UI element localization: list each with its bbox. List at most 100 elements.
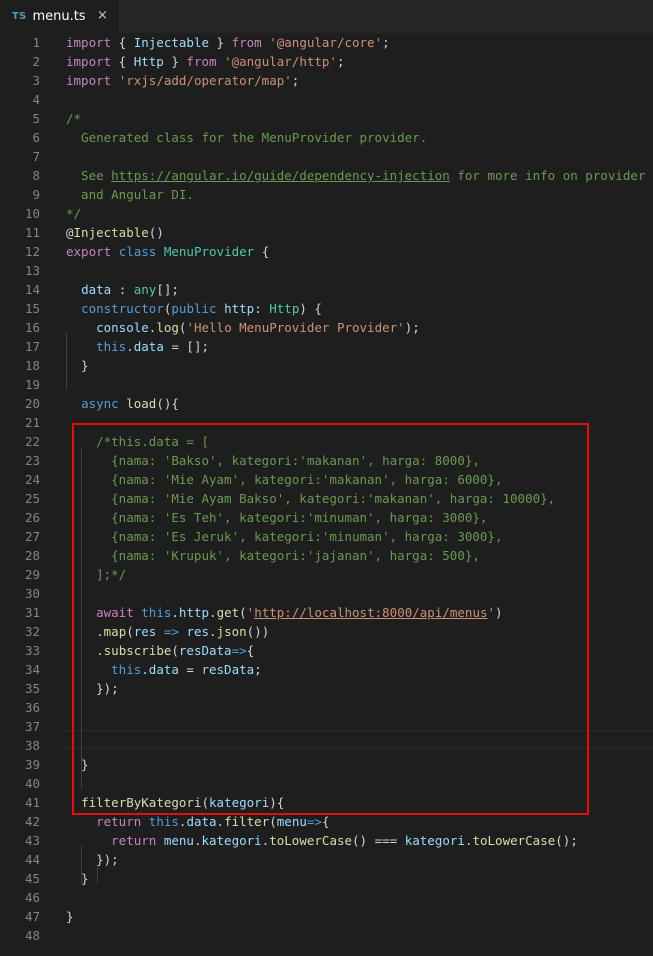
code-line[interactable]: 5 /* bbox=[0, 109, 653, 128]
code-token: return bbox=[111, 833, 157, 848]
code-line[interactable]: 42 return this.data.filter(menu=>{ bbox=[0, 812, 653, 831]
code-line[interactable]: 26 {nama: 'Es Teh', kategori:'minuman', … bbox=[0, 508, 653, 527]
code-text: import 'rxjs/add/operator/map'; bbox=[66, 71, 299, 90]
code-token: resData bbox=[201, 662, 255, 677]
code-token: data bbox=[133, 339, 164, 354]
code-text: .map(res => res.json()) bbox=[66, 622, 269, 641]
code-token: ; bbox=[382, 35, 390, 50]
line-number: 4 bbox=[32, 92, 40, 107]
code-line[interactable]: 31 await this.http.get('http://localhost… bbox=[0, 603, 653, 622]
code-line[interactable]: 10 */ bbox=[0, 204, 653, 223]
code-line[interactable]: 17 this.data = []; bbox=[0, 337, 653, 356]
code-token: /* bbox=[66, 111, 82, 126]
tab-menu-ts[interactable]: TS menu.ts × bbox=[0, 0, 118, 33]
code-token: } bbox=[66, 871, 89, 886]
code-line[interactable]: 39 } bbox=[0, 755, 653, 774]
code-line[interactable]: 41 filterByKategori(kategori){ bbox=[0, 793, 653, 812]
code-line[interactable]: 34 this.data = resData; bbox=[0, 660, 653, 679]
close-icon[interactable]: × bbox=[97, 8, 108, 24]
code-text: */ bbox=[66, 204, 81, 223]
code-text: {nama: 'Bakso', kategori:'makanan', harg… bbox=[66, 451, 480, 470]
code-token: } bbox=[66, 358, 89, 373]
code-token: { bbox=[111, 35, 134, 50]
code-line[interactable]: 3 import 'rxjs/add/operator/map'; bbox=[0, 71, 653, 90]
code-line[interactable]: 44 }); bbox=[0, 850, 653, 869]
code-token: filterByKategori bbox=[81, 795, 202, 810]
code-line[interactable]: 20 async load(){ bbox=[0, 394, 653, 413]
code-line[interactable]: 29 ];*/ bbox=[0, 565, 653, 584]
line-number: 13 bbox=[24, 263, 40, 278]
code-line[interactable]: 28 {nama: 'Krupuk', kategori:'jajanan', … bbox=[0, 546, 653, 565]
code-line[interactable]: 2 import { Http } from '@angular/http'; bbox=[0, 52, 653, 71]
code-line[interactable]: 13 bbox=[0, 261, 653, 280]
code-text: Generated class for the MenuProvider pro… bbox=[66, 128, 427, 147]
code-line[interactable]: 16 console.log('Hello MenuProvider Provi… bbox=[0, 318, 653, 337]
code-token: 'rxjs/add/operator/map' bbox=[118, 73, 292, 88]
code-line[interactable]: 9 and Angular DI. bbox=[0, 185, 653, 204]
code-token: export bbox=[66, 244, 112, 259]
code-token: = bbox=[178, 662, 202, 677]
code-line[interactable]: 19 bbox=[0, 375, 653, 394]
code-text: {nama: 'Mie Ayam Bakso', kategori:'makan… bbox=[66, 489, 555, 508]
code-token: @ bbox=[66, 225, 74, 240]
line-number: 40 bbox=[24, 776, 40, 791]
code-line[interactable]: 25 {nama: 'Mie Ayam Bakso', kategori:'ma… bbox=[0, 489, 653, 508]
code-editor[interactable]: 1 import { Injectable } from '@angular/co… bbox=[0, 33, 653, 956]
code-line[interactable]: 15 constructor(public http: Http) { bbox=[0, 299, 653, 318]
code-line[interactable]: 33 .subscribe(resData=>{ bbox=[0, 641, 653, 660]
code-token: get bbox=[216, 605, 240, 620]
line-number: 22 bbox=[24, 434, 40, 449]
code-line[interactable]: 24 {nama: 'Mie Ayam', kategori:'makanan'… bbox=[0, 470, 653, 489]
code-token: subscribe bbox=[103, 643, 172, 658]
line-number: 15 bbox=[24, 301, 40, 316]
code-line[interactable]: 12 export class MenuProvider { bbox=[0, 242, 653, 261]
code-line[interactable]: 48 bbox=[0, 926, 653, 945]
code-line[interactable]: 38 bbox=[0, 736, 653, 755]
code-line[interactable]: 32 .map(res => res.json()) bbox=[0, 622, 653, 641]
code-line[interactable]: 36 bbox=[0, 698, 653, 717]
code-line[interactable]: 23 {nama: 'Bakso', kategori:'makanan', h… bbox=[0, 451, 653, 470]
code-token: = []; bbox=[163, 339, 210, 354]
code-line[interactable]: 7 bbox=[0, 147, 653, 166]
code-token: ()) bbox=[246, 624, 270, 639]
code-line[interactable]: 11 @Injectable() bbox=[0, 223, 653, 242]
tab-bar: TS menu.ts × bbox=[0, 0, 653, 33]
line-number: 6 bbox=[32, 130, 40, 145]
code-line[interactable]: 40 bbox=[0, 774, 653, 793]
code-token: => bbox=[306, 814, 322, 829]
line-number: 46 bbox=[24, 890, 40, 905]
line-number: 31 bbox=[24, 605, 40, 620]
code-line[interactable]: 18 } bbox=[0, 356, 653, 375]
line-number: 23 bbox=[24, 453, 40, 468]
code-token: . bbox=[209, 605, 217, 620]
code-token: . bbox=[126, 339, 134, 354]
code-text: data : any[]; bbox=[66, 280, 179, 299]
code-line[interactable]: 30 bbox=[0, 584, 653, 603]
code-line[interactable]: 14 data : any[]; bbox=[0, 280, 653, 299]
code-text: /*this.data = [ bbox=[66, 432, 209, 451]
code-token: {nama: 'Krupuk', kategori:'jajanan', har… bbox=[66, 548, 480, 563]
line-number: 9 bbox=[32, 187, 40, 202]
code-line[interactable]: 8 See https://angular.io/guide/dependenc… bbox=[0, 166, 653, 185]
code-line[interactable]: 47} bbox=[0, 907, 653, 926]
code-line[interactable]: 43 return menu.kategori.toLowerCase() ==… bbox=[0, 831, 653, 850]
code-line[interactable]: 45 } bbox=[0, 869, 653, 888]
code-line[interactable]: 37 bbox=[0, 717, 653, 736]
code-line[interactable]: 27 {nama: 'Es Jeruk', kategori:'minuman'… bbox=[0, 527, 653, 546]
code-line[interactable]: 22 /*this.data = [ bbox=[0, 432, 653, 451]
code-line[interactable]: 4 bbox=[0, 90, 653, 109]
code-line[interactable]: 1 import { Injectable } from '@angular/co… bbox=[0, 33, 653, 52]
code-line[interactable]: 35 }); bbox=[0, 679, 653, 698]
code-token: */ bbox=[66, 206, 82, 221]
code-token: ; bbox=[291, 73, 300, 88]
code-line[interactable]: 46 bbox=[0, 888, 653, 907]
code-text: import { Http } from '@angular/http'; bbox=[66, 52, 344, 71]
code-line[interactable]: 21 bbox=[0, 413, 653, 432]
code-token: res bbox=[186, 624, 210, 639]
code-line[interactable]: 6 Generated class for the MenuProvider p… bbox=[0, 128, 653, 147]
